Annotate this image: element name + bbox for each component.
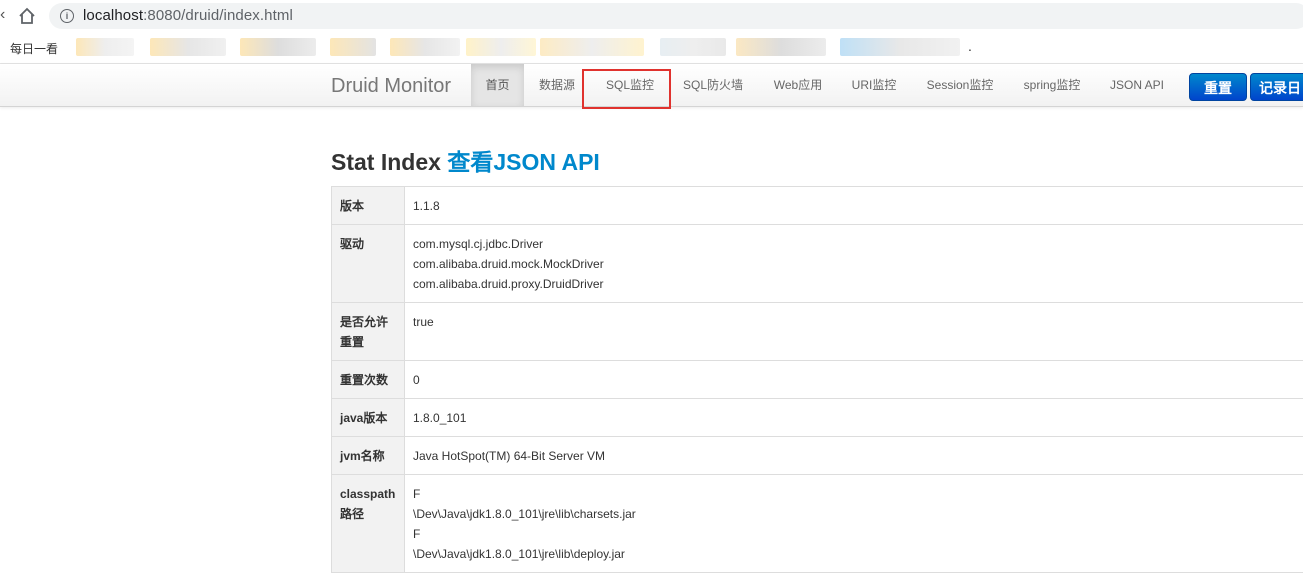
value-line: F bbox=[413, 484, 1302, 504]
bookmarks-bar: 每日一看 . bbox=[0, 33, 1303, 64]
value-line: F bbox=[413, 524, 1302, 544]
value-line: com.alibaba.druid.mock.MockDriver bbox=[413, 254, 1302, 274]
nav-sql-firewall[interactable]: SQL防火墙 bbox=[674, 64, 752, 106]
reset-button[interactable]: 重置 bbox=[1189, 73, 1247, 101]
value-line: 0 bbox=[413, 370, 1302, 390]
url-host: localhost bbox=[83, 7, 143, 24]
blurred-bookmark[interactable] bbox=[660, 38, 726, 56]
row-key: 驱动 bbox=[332, 225, 405, 303]
blurred-bookmark[interactable] bbox=[76, 38, 134, 56]
browser-address-row: ‹ i localhost:8080/druid/index.html bbox=[0, 0, 1303, 32]
row-key: 是否允许重置 bbox=[332, 303, 405, 361]
row-key: java版本 bbox=[332, 399, 405, 437]
value-line: com.mysql.cj.jdbc.Driver bbox=[413, 234, 1302, 254]
value-line: true bbox=[413, 312, 1302, 332]
value-line: 1.8.0_101 bbox=[413, 408, 1302, 428]
back-arrow-icon[interactable]: ‹ bbox=[0, 6, 5, 24]
value-line: \Dev\Java\jdk1.8.0_101\jre\lib\deploy.ja… bbox=[413, 544, 1302, 564]
blurred-bookmark[interactable] bbox=[736, 38, 826, 56]
log-button[interactable]: 记录日 bbox=[1250, 73, 1303, 101]
sql-monitor-highlight bbox=[582, 69, 671, 109]
stat-table: 版本 1.1.8 驱动 com.mysql.cj.jdbc.Driver com… bbox=[331, 186, 1303, 573]
nav-json-api[interactable]: JSON API bbox=[1100, 64, 1174, 106]
table-row: 驱动 com.mysql.cj.jdbc.Driver com.alibaba.… bbox=[332, 225, 1303, 303]
blurred-bookmark[interactable] bbox=[466, 38, 536, 56]
nav-web-app[interactable]: Web应用 bbox=[762, 64, 834, 106]
table-row: 是否允许重置 true bbox=[332, 303, 1303, 361]
bookmark-trailing-mark: . bbox=[968, 38, 972, 54]
value-line: com.alibaba.druid.proxy.DruidDriver bbox=[413, 274, 1302, 294]
blurred-bookmark[interactable] bbox=[540, 38, 644, 56]
row-value: 1.8.0_101 bbox=[405, 399, 1303, 437]
home-icon[interactable] bbox=[17, 6, 37, 26]
row-value: Java HotSpot(TM) 64-Bit Server VM bbox=[405, 437, 1303, 475]
value-line: \Dev\Java\jdk1.8.0_101\jre\lib\charsets.… bbox=[413, 504, 1302, 524]
row-key: 重置次数 bbox=[332, 361, 405, 399]
row-value: true bbox=[405, 303, 1303, 361]
blurred-bookmark[interactable] bbox=[240, 38, 316, 56]
brand-title[interactable]: Druid Monitor bbox=[331, 75, 451, 98]
table-row: 版本 1.1.8 bbox=[332, 187, 1303, 225]
nav-home[interactable]: 首页 bbox=[471, 64, 524, 106]
table-row: java版本 1.8.0_101 bbox=[332, 399, 1303, 437]
url-text: localhost:8080/druid/index.html bbox=[83, 7, 293, 24]
table-row: classpath路径 F \Dev\Java\jdk1.8.0_101\jre… bbox=[332, 475, 1303, 573]
nav-spring-monitor[interactable]: spring监控 bbox=[1014, 64, 1090, 106]
nav-uri-monitor[interactable]: URI监控 bbox=[842, 64, 906, 106]
blurred-bookmark[interactable] bbox=[840, 38, 960, 56]
row-key: jvm名称 bbox=[332, 437, 405, 475]
table-row: jvm名称 Java HotSpot(TM) 64-Bit Server VM bbox=[332, 437, 1303, 475]
row-value: 0 bbox=[405, 361, 1303, 399]
url-bar[interactable]: i localhost:8080/druid/index.html bbox=[49, 3, 1303, 29]
row-key: classpath路径 bbox=[332, 475, 405, 573]
nav-datasource[interactable]: 数据源 bbox=[529, 64, 585, 106]
page-title-text: Stat Index bbox=[331, 149, 441, 175]
page-title: Stat Index 查看JSON API bbox=[331, 143, 600, 177]
row-value: F \Dev\Java\jdk1.8.0_101\jre\lib\charset… bbox=[405, 475, 1303, 573]
value-line: Java HotSpot(TM) 64-Bit Server VM bbox=[413, 446, 1302, 466]
bookmark-item[interactable]: 每日一看 bbox=[10, 40, 58, 57]
table-row: 重置次数 0 bbox=[332, 361, 1303, 399]
row-key: 版本 bbox=[332, 187, 405, 225]
nav-session-monitor[interactable]: Session监控 bbox=[918, 64, 1002, 106]
row-value: 1.1.8 bbox=[405, 187, 1303, 225]
blurred-bookmark[interactable] bbox=[330, 38, 376, 56]
url-path: :8080/druid/index.html bbox=[143, 7, 293, 24]
blurred-bookmark[interactable] bbox=[150, 38, 226, 56]
row-value: com.mysql.cj.jdbc.Driver com.alibaba.dru… bbox=[405, 225, 1303, 303]
value-line: 1.1.8 bbox=[413, 196, 1302, 216]
info-icon[interactable]: i bbox=[60, 9, 74, 23]
json-api-link[interactable]: 查看JSON API bbox=[447, 149, 600, 175]
blurred-bookmark[interactable] bbox=[390, 38, 460, 56]
